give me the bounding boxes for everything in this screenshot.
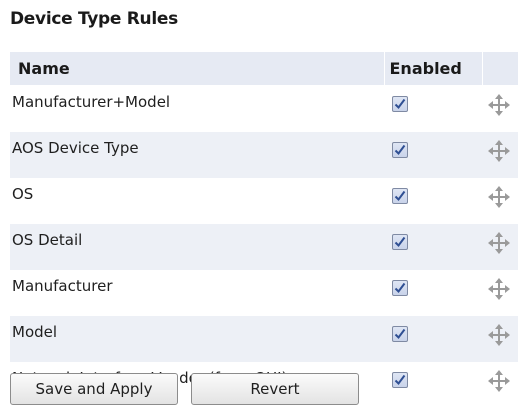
move-arrows-icon[interactable] bbox=[488, 370, 510, 392]
table-header-row: Name Enabled bbox=[10, 52, 518, 86]
table-row[interactable]: Model bbox=[10, 316, 518, 362]
move-arrows-icon[interactable] bbox=[488, 324, 510, 346]
enabled-checkbox[interactable] bbox=[392, 326, 408, 342]
move-arrows-icon[interactable] bbox=[488, 278, 510, 300]
table-row[interactable]: AOS Device Type bbox=[10, 132, 518, 178]
revert-button[interactable]: Revert bbox=[191, 373, 359, 405]
move-arrows-icon[interactable] bbox=[488, 232, 510, 254]
table-row[interactable]: Manufacturer bbox=[10, 270, 518, 316]
checkmark-icon bbox=[394, 98, 406, 110]
checkmark-icon bbox=[394, 236, 406, 248]
device-type-rules-table: Name Enabled Manufacturer+Model AOS Devi… bbox=[10, 52, 518, 408]
move-arrows-icon[interactable] bbox=[488, 94, 510, 116]
enabled-checkbox[interactable] bbox=[392, 372, 408, 388]
checkmark-icon bbox=[394, 328, 406, 340]
checkmark-icon bbox=[394, 144, 406, 156]
table-row[interactable]: Manufacturer+Model bbox=[10, 85, 518, 132]
checkmark-icon bbox=[394, 374, 406, 386]
rule-name: Manufacturer+Model bbox=[10, 85, 384, 132]
column-header-enabled: Enabled bbox=[383, 52, 482, 86]
checkmark-icon bbox=[394, 190, 406, 202]
column-header-drag bbox=[481, 52, 518, 86]
enabled-checkbox[interactable] bbox=[392, 280, 408, 296]
move-arrows-icon[interactable] bbox=[488, 140, 510, 162]
section-title: Device Type Rules bbox=[10, 9, 178, 29]
table-row[interactable]: OS bbox=[10, 178, 518, 224]
save-and-apply-button[interactable]: Save and Apply bbox=[10, 373, 178, 405]
rule-name: Manufacturer bbox=[10, 270, 384, 316]
enabled-checkbox[interactable] bbox=[392, 96, 408, 112]
column-header-name: Name bbox=[10, 52, 384, 86]
rule-name: Model bbox=[10, 316, 384, 362]
rule-name: AOS Device Type bbox=[10, 132, 384, 178]
rule-name: OS bbox=[10, 178, 384, 224]
enabled-checkbox[interactable] bbox=[392, 188, 408, 204]
enabled-checkbox[interactable] bbox=[392, 234, 408, 250]
rule-name: OS Detail bbox=[10, 224, 384, 270]
move-arrows-icon[interactable] bbox=[488, 186, 510, 208]
checkmark-icon bbox=[394, 282, 406, 294]
enabled-checkbox[interactable] bbox=[392, 142, 408, 158]
table-row[interactable]: OS Detail bbox=[10, 224, 518, 270]
